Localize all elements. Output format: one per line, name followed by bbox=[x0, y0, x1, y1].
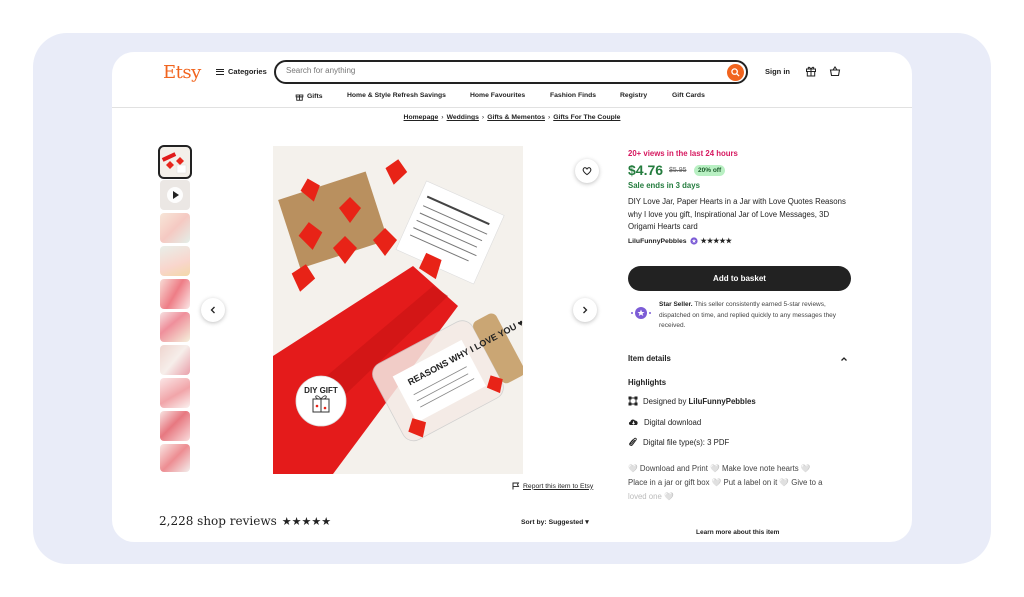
description-line-3: loved one 🤍 bbox=[628, 492, 674, 501]
nav-item-home-style[interactable]: Home & Style Refresh Savings bbox=[347, 92, 446, 99]
item-details-heading[interactable]: Item details bbox=[628, 354, 671, 363]
sort-dropdown[interactable]: Sort by: Suggested ▾ bbox=[521, 518, 589, 526]
reviews-count: 2,228 shop reviews bbox=[159, 514, 277, 528]
chevron-left-icon bbox=[210, 306, 215, 314]
star-seller-title: Star Seller. bbox=[659, 301, 693, 308]
search-bar[interactable] bbox=[274, 60, 748, 84]
design-icon bbox=[628, 396, 638, 406]
add-to-basket-button[interactable]: Add to basket bbox=[628, 266, 851, 291]
thumbnail-4[interactable] bbox=[160, 246, 190, 276]
thumbnail-1[interactable] bbox=[158, 145, 192, 179]
flag-icon bbox=[512, 482, 520, 490]
breadcrumb-homepage[interactable]: Homepage bbox=[404, 114, 439, 121]
search-button[interactable] bbox=[727, 64, 744, 81]
chevron-down-icon: ▾ bbox=[585, 519, 589, 526]
designed-by-prefix: Designed by bbox=[643, 396, 689, 406]
highlights-heading: Highlights bbox=[628, 378, 667, 387]
shop-reviews-heading: 2,228 shop reviews ★★★★★ bbox=[159, 514, 331, 528]
description-line-1: 🤍 Download and Print 🤍 Make love note he… bbox=[628, 464, 811, 473]
breadcrumb-gifts-mementos[interactable]: Gifts & Mementos bbox=[487, 114, 545, 121]
heart-icon bbox=[582, 167, 592, 176]
original-price: $5.95 bbox=[669, 167, 687, 174]
product-title: DIY Love Jar, Paper Hearts in a Jar with… bbox=[628, 197, 846, 231]
current-price: $4.76 bbox=[628, 162, 664, 178]
next-image-button[interactable] bbox=[573, 298, 597, 322]
report-link[interactable]: Report this item to Etsy bbox=[512, 482, 593, 490]
sort-label: Sort by: Suggested bbox=[521, 519, 584, 526]
item-description: 🤍 Download and Print 🤍 Make love note he… bbox=[628, 462, 860, 504]
signin-link[interactable]: Sign in bbox=[765, 67, 790, 76]
thumbnail-9[interactable] bbox=[160, 411, 190, 441]
chevron-right-icon bbox=[583, 306, 588, 314]
learn-more-link[interactable]: Learn more about this item bbox=[696, 529, 779, 536]
category-nav: Gifts Home & Style Refresh Savings Home … bbox=[112, 90, 912, 106]
browser-page: Etsy Categories Sign in Gifts Home & Sty… bbox=[112, 52, 912, 542]
gift-icon bbox=[295, 94, 304, 101]
sale-ends-notice: Sale ends in 3 days bbox=[628, 181, 700, 190]
report-label: Report this item to Etsy bbox=[523, 482, 594, 490]
menu-icon bbox=[216, 68, 224, 75]
designer-name[interactable]: LiluFunnyPebbles bbox=[689, 397, 756, 406]
search-icon bbox=[731, 68, 740, 77]
digital-download-label: Digital download bbox=[644, 417, 702, 427]
thumbnail-3[interactable] bbox=[160, 213, 190, 243]
categories-label: Categories bbox=[228, 67, 267, 76]
basket-icon[interactable] bbox=[829, 65, 841, 77]
categories-button[interactable]: Categories bbox=[216, 67, 267, 76]
previous-image-button[interactable] bbox=[201, 298, 225, 322]
breadcrumb-gifts-for-couple[interactable]: Gifts For The Couple bbox=[553, 114, 620, 121]
search-input[interactable] bbox=[286, 66, 706, 75]
thumbnail-5[interactable] bbox=[160, 279, 190, 309]
chevron-up-icon[interactable] bbox=[840, 355, 848, 363]
highlight-digital-download: Digital download bbox=[628, 417, 701, 427]
favorite-button[interactable] bbox=[575, 159, 599, 183]
thumbnail-7[interactable] bbox=[160, 345, 190, 375]
seller-info: LiluFunnyPebbles ★★★★★ bbox=[628, 237, 732, 245]
description-line-2: Place in a jar or gift box 🤍 Put a label… bbox=[628, 478, 823, 487]
etsy-logo[interactable]: Etsy bbox=[163, 62, 201, 83]
product-main-image[interactable]: REASONS WHY I LOVE YOU ♥ DIY GIFT bbox=[273, 146, 523, 474]
breadcrumb: Homepage › Weddings › Gifts & Mementos › Gifts… bbox=[403, 114, 621, 121]
cloud-download-icon bbox=[628, 419, 638, 425]
thumbnail-8[interactable] bbox=[160, 378, 190, 408]
seller-rating-stars: ★★★★★ bbox=[700, 238, 732, 245]
star-seller-icon bbox=[631, 307, 651, 319]
thumbnail-video[interactable] bbox=[160, 180, 190, 210]
nav-item-fashion-finds[interactable]: Fashion Finds bbox=[550, 92, 596, 99]
highlight-file-types: Digital file type(s): 3 PDF bbox=[628, 437, 729, 447]
discount-badge: 20% off bbox=[694, 165, 726, 176]
header-divider bbox=[112, 107, 912, 108]
thumbnail-10[interactable] bbox=[160, 444, 190, 472]
nav-item-gift-cards[interactable]: Gift Cards bbox=[672, 92, 705, 99]
views-notice: 20+ views in the last 24 hours bbox=[628, 149, 738, 158]
gift-icon[interactable] bbox=[805, 65, 817, 77]
star-seller-badge-icon bbox=[689, 237, 698, 245]
reviews-stars: ★★★★★ bbox=[281, 514, 332, 528]
nav-item-gifts[interactable]: Gifts bbox=[295, 92, 322, 101]
file-types-label: Digital file type(s): 3 PDF bbox=[643, 437, 730, 447]
seller-name[interactable]: LiluFunnyPebbles bbox=[628, 238, 687, 245]
nav-item-label: Gifts bbox=[307, 93, 323, 100]
nav-item-registry[interactable]: Registry bbox=[620, 92, 647, 99]
diy-gift-badge-text: DIY GIFT bbox=[304, 386, 338, 395]
breadcrumb-weddings[interactable]: Weddings bbox=[447, 114, 479, 121]
highlight-designed-by: Designed by LiluFunnyPebbles bbox=[628, 396, 756, 406]
thumbnail-6[interactable] bbox=[160, 312, 190, 342]
nav-item-home-favourites[interactable]: Home Favourites bbox=[470, 92, 525, 99]
paperclip-icon bbox=[629, 437, 637, 446]
